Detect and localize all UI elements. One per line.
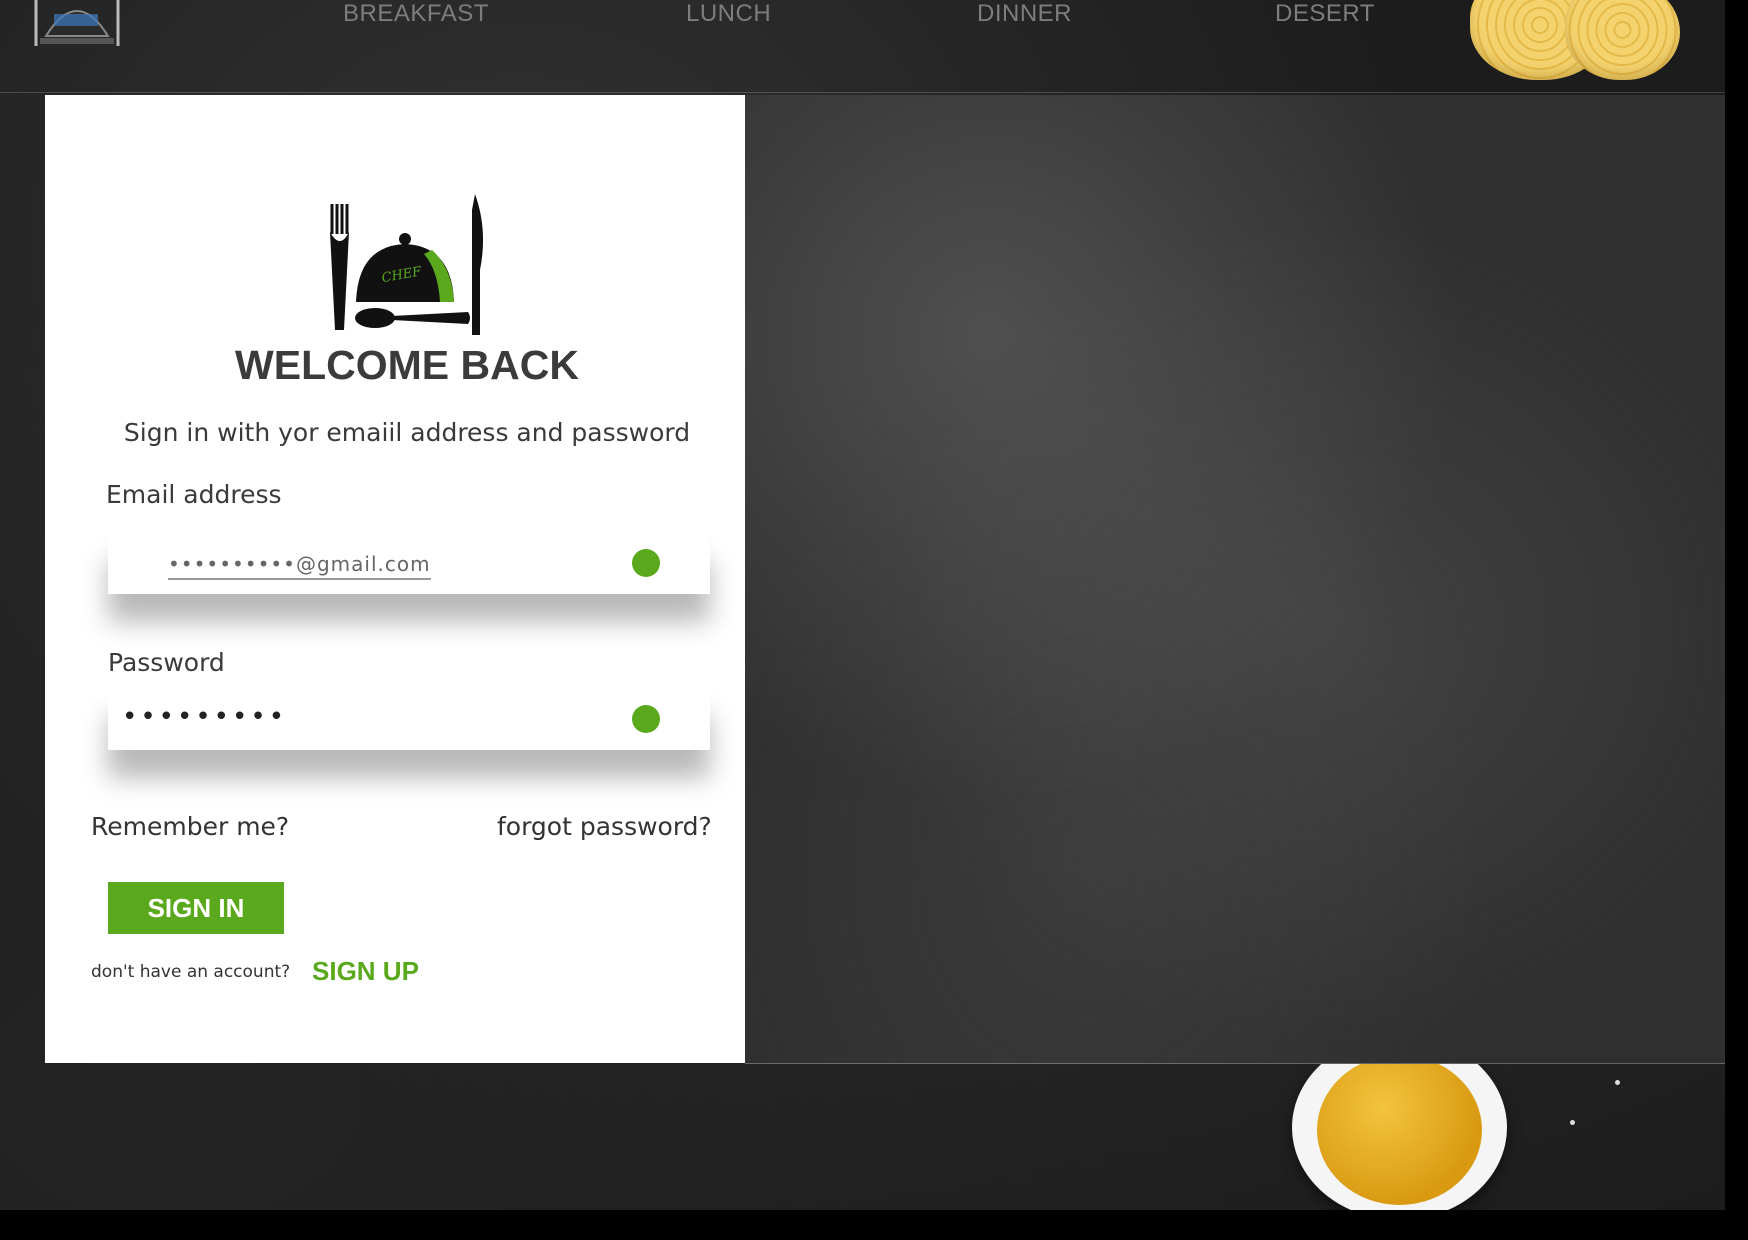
right-edge-band <box>1725 0 1748 1240</box>
sign-up-link[interactable]: SIGN UP <box>312 956 419 987</box>
password-value: ••••••••• <box>122 702 288 732</box>
no-account-text: don't have an account? <box>91 962 291 982</box>
cloche-logo-icon: CHEF <box>320 190 490 340</box>
welcome-subtitle: Sign in with yor emaiil address and pass… <box>123 418 691 447</box>
site-logo-mini-icon[interactable] <box>32 0 122 48</box>
slate-image-panel <box>745 95 1725 1064</box>
nav-item-breakfast[interactable]: BREAKFAST <box>343 0 489 28</box>
valid-indicator-icon <box>632 549 660 577</box>
email-field[interactable]: ••••••••••@gmail.com <box>108 532 710 594</box>
forgot-password-link[interactable]: forgot password? <box>497 812 712 841</box>
spice-speck <box>1570 1120 1575 1125</box>
nav-item-desert[interactable]: DESERT <box>1275 0 1375 28</box>
password-label: Password <box>108 648 225 677</box>
sign-in-button[interactable]: SIGN IN <box>108 882 284 934</box>
remember-me-toggle[interactable]: Remember me? <box>91 812 289 841</box>
nav-item-lunch[interactable]: LUNCH <box>686 0 771 28</box>
password-field[interactable]: ••••••••• <box>108 688 710 750</box>
bottom-edge-band <box>0 1210 1748 1240</box>
email-value: ••••••••••@gmail.com <box>168 552 431 580</box>
spice-speck <box>1615 1080 1620 1085</box>
nav-item-dinner[interactable]: DINNER <box>977 0 1072 28</box>
email-label: Email address <box>106 480 282 509</box>
page: BREAKFAST LUNCH DINNER DESERT CHEF WELCO… <box>0 0 1748 1240</box>
top-navigation: BREAKFAST LUNCH DINNER DESERT <box>0 0 1725 93</box>
welcome-title: WELCOME BACK <box>235 342 579 388</box>
valid-indicator-icon <box>632 705 660 733</box>
